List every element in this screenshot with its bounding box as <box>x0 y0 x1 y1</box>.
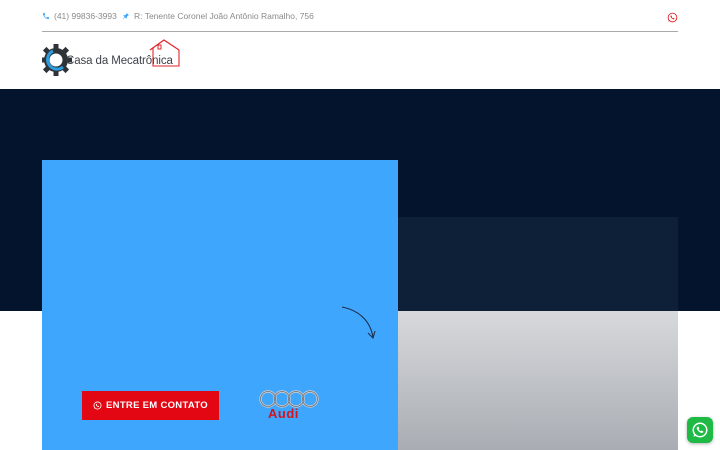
logo-wordmark: Casa da Mecatrônica <box>66 55 173 67</box>
brand-name: Audi <box>268 406 299 421</box>
phone-number: (41) 99836-3993 <box>54 11 117 21</box>
map-pin-icon <box>123 13 129 19</box>
hero-card: ENTRE EM CONTATO Audi <box>42 160 398 450</box>
phone-icon <box>43 13 49 19</box>
curved-arrow-icon <box>341 306 376 340</box>
brand-logo: Audi <box>258 389 320 423</box>
top-bar: (41) 99836-3993 R: Tenente Coronel João … <box>42 0 678 32</box>
address-contact[interactable]: R: Tenente Coronel João Antônio Ramalho,… <box>122 10 314 22</box>
contact-button[interactable]: ENTRE EM CONTATO <box>82 391 219 420</box>
contact-button-label: ENTRE EM CONTATO <box>106 400 208 411</box>
phone-contact[interactable]: (41) 99836-3993 <box>42 10 117 22</box>
site-logo[interactable]: Casa da Mecatrônica <box>42 38 182 80</box>
whatsapp-link[interactable] <box>667 10 678 28</box>
address-text: R: Tenente Coronel João Antônio Ramalho,… <box>134 11 314 21</box>
whatsapp-icon <box>692 422 708 438</box>
hero-side-panel <box>398 217 678 311</box>
whatsapp-icon <box>667 12 678 23</box>
hero-image-panel <box>398 311 678 450</box>
whatsapp-float-button[interactable] <box>687 417 713 443</box>
whatsapp-icon <box>93 401 102 410</box>
